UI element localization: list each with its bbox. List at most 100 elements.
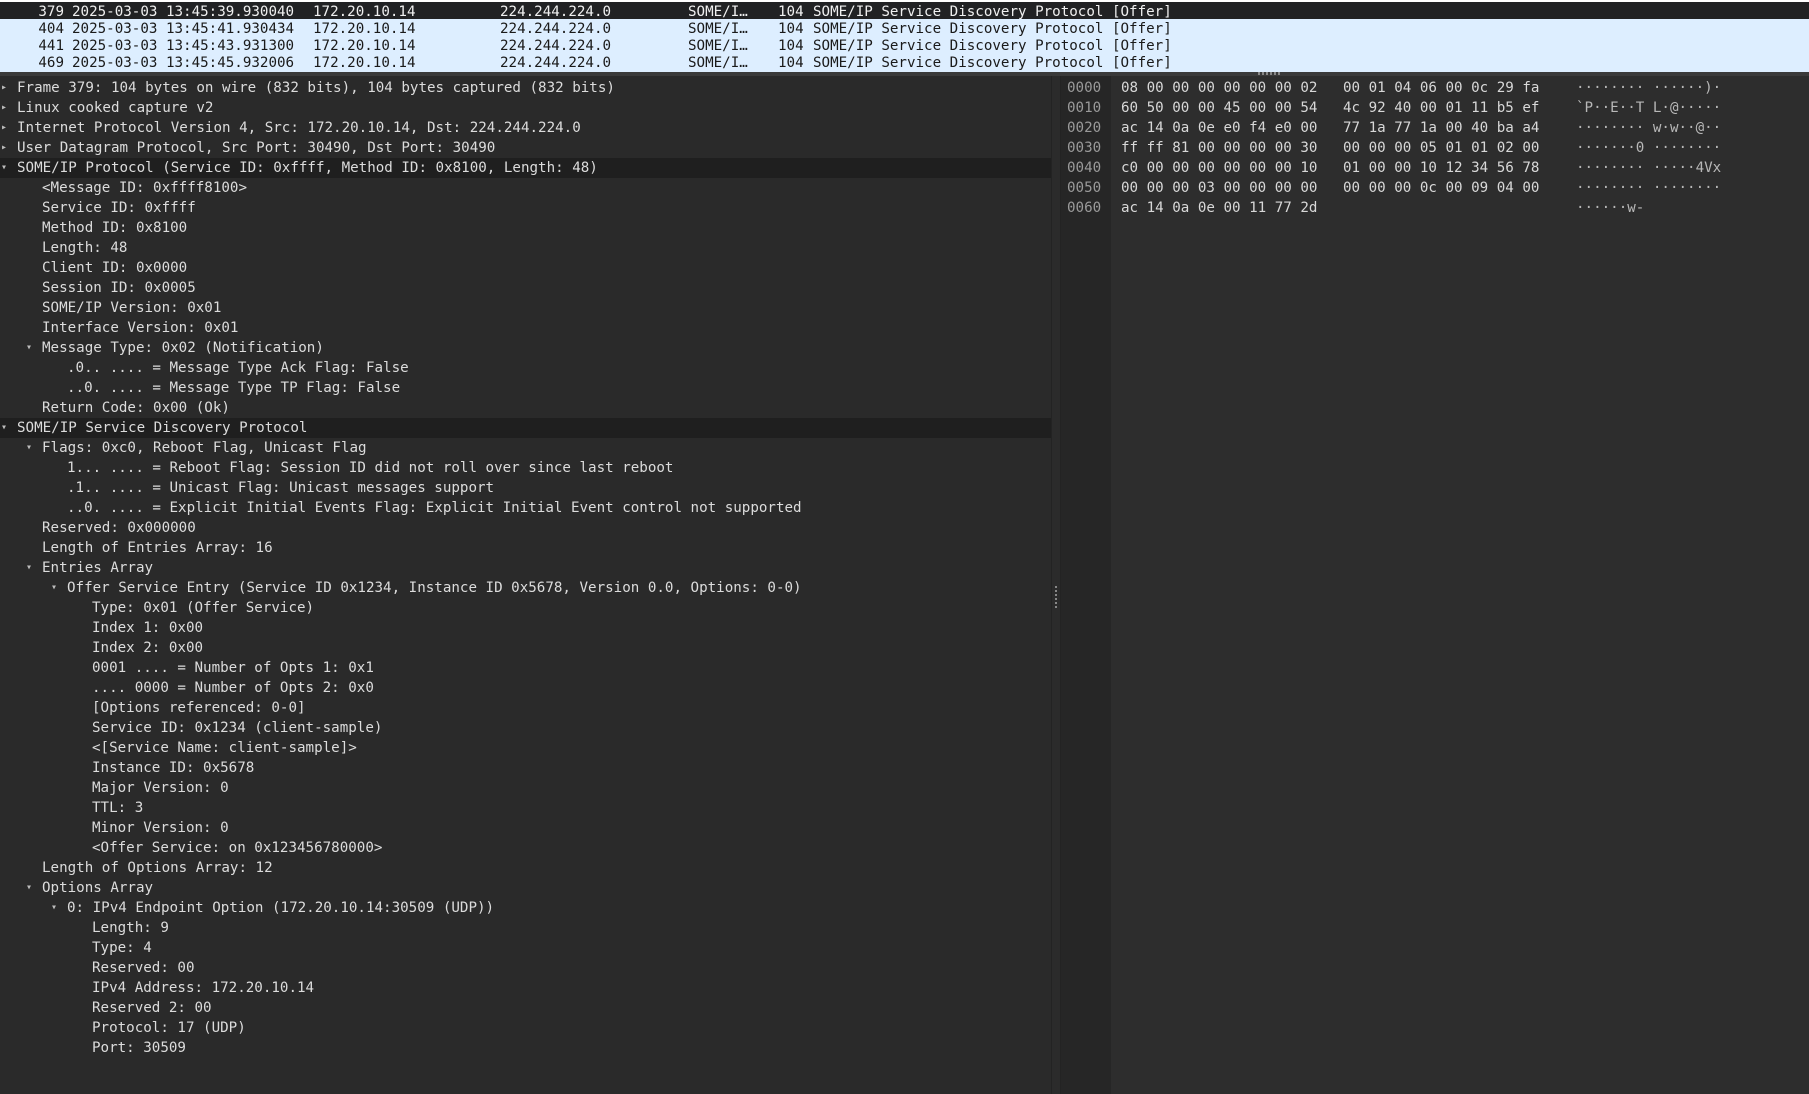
tree-item[interactable]: ▸ Frame 379: 104 bytes on wire (832 bits)… (0, 78, 1051, 98)
splitter-grip-icon[interactable] (1258, 72, 1280, 75)
tree-item-label: Entries Array (42, 560, 154, 576)
tree-item[interactable]: Minor Version: 0 (0, 818, 1051, 838)
tree-item-label: Method ID: 0x8100 (42, 220, 188, 236)
tree-item[interactable]: ▾ Options Array (0, 878, 1051, 898)
tree-item[interactable]: Index 1: 0x00 (0, 618, 1051, 638)
expanded-arrow-icon[interactable]: ▾ (24, 878, 34, 898)
tree-item[interactable]: ▾ Offer Service Entry (Service ID 0x1234,… (0, 578, 1051, 598)
tree-item[interactable]: TTL: 3 (0, 798, 1051, 818)
hex-bytes: 00 00 00 0c 00 09 04 00 (1343, 180, 1540, 196)
tree-item[interactable]: Session ID: 0x0005 (0, 278, 1051, 298)
byte-offset: 0030 (1067, 140, 1102, 156)
tree-item[interactable]: [Options referenced: 0-0] (0, 698, 1051, 718)
tree-item[interactable]: ▸ Linux cooked capture v2 (0, 98, 1051, 118)
tree-item[interactable]: Port: 30509 (0, 1038, 1051, 1058)
expanded-arrow-icon[interactable]: ▾ (0, 158, 9, 178)
tree-item[interactable]: ..0. .... = Message Type TP Flag: False (0, 378, 1051, 398)
tree-item-label: Session ID: 0x0005 (42, 280, 196, 296)
packet-cell-dst: 224.244.224.0 (500, 55, 612, 71)
tree-item[interactable]: ▾ SOME/IP Service Discovery Protocol (0, 418, 1051, 438)
expanded-arrow-icon[interactable]: ▾ (24, 438, 34, 458)
splitter-grip-icon[interactable] (1055, 586, 1057, 608)
tree-item-label: [Options referenced: 0-0] (92, 700, 306, 716)
tree-item[interactable]: Length: 9 (0, 918, 1051, 938)
bytes-row[interactable]: 0050 00 00 00 03 00 00 00 00 00 00 00 0c 0… (1061, 178, 1809, 198)
tree-item[interactable]: Return Code: 0x00 (Ok) (0, 398, 1051, 418)
tree-item-label: Internet Protocol Version 4, Src: 172.20… (17, 120, 581, 136)
tree-item[interactable]: Interface Version: 0x01 (0, 318, 1051, 338)
tree-item[interactable]: Type: 0x01 (Offer Service) (0, 598, 1051, 618)
hex-bytes: 08 00 00 00 00 00 00 02 (1121, 80, 1318, 96)
tree-item[interactable]: Instance ID: 0x5678 (0, 758, 1051, 778)
tree-item-label: Type: 0x01 (Offer Service) (92, 600, 315, 616)
tree-item[interactable]: .0.. .... = Message Type Ack Flag: False (0, 358, 1051, 378)
tree-item[interactable]: Service ID: 0xffff (0, 198, 1051, 218)
tree-item[interactable]: SOME/IP Version: 0x01 (0, 298, 1051, 318)
tree-item[interactable]: <[Service Name: client-sample]> (0, 738, 1051, 758)
tree-item[interactable]: 1... .... = Reboot Flag: Session ID did … (0, 458, 1051, 478)
vertical-splitter[interactable] (1051, 76, 1061, 1094)
packet-bytes-pane[interactable]: 0000 08 00 00 00 00 00 00 02 00 01 04 06 0… (1061, 76, 1809, 1094)
tree-item-label: Client ID: 0x0000 (42, 260, 188, 276)
tree-item[interactable]: Major Version: 0 (0, 778, 1051, 798)
tree-item[interactable]: ▸ Internet Protocol Version 4, Src: 172.2… (0, 118, 1051, 138)
tree-item[interactable]: ..0. .... = Explicit Initial Events Flag… (0, 498, 1051, 518)
expanded-arrow-icon[interactable]: ▾ (24, 558, 34, 578)
tree-item[interactable]: 0001 .... = Number of Opts 1: 0x1 (0, 658, 1051, 678)
tree-item[interactable]: Method ID: 0x8100 (0, 218, 1051, 238)
tree-item[interactable]: Reserved: 0x000000 (0, 518, 1051, 538)
tree-item[interactable]: <Offer Service: on 0x123456780000> (0, 838, 1051, 858)
tree-item[interactable]: .... 0000 = Number of Opts 2: 0x0 (0, 678, 1051, 698)
tree-item-label: Minor Version: 0 (92, 820, 229, 836)
collapsed-arrow-icon[interactable]: ▸ (0, 98, 9, 118)
tree-item[interactable]: <Message ID: 0xffff8100> (0, 178, 1051, 198)
tree-item[interactable]: Reserved 2: 00 (0, 998, 1051, 1018)
bytes-row[interactable]: 0000 08 00 00 00 00 00 00 02 00 01 04 06 0… (1061, 78, 1809, 98)
tree-item[interactable]: ▾ Flags: 0xc0, Reboot Flag, Unicast Flag (0, 438, 1051, 458)
bytes-row[interactable]: 0010 60 50 00 00 45 00 00 54 4c 92 40 00 0… (1061, 98, 1809, 118)
tree-item[interactable]: IPv4 Address: 172.20.10.14 (0, 978, 1051, 998)
expanded-arrow-icon[interactable]: ▾ (49, 898, 59, 918)
tree-item-label: Length of Entries Array: 16 (42, 540, 273, 556)
tree-item[interactable]: Length of Options Array: 12 (0, 858, 1051, 878)
tree-item[interactable]: Index 2: 0x00 (0, 638, 1051, 658)
tree-item[interactable]: ▾ Message Type: 0x02 (Notification) (0, 338, 1051, 358)
tree-item[interactable]: Client ID: 0x0000 (0, 258, 1051, 278)
tree-item[interactable]: ▾ 0: IPv4 Endpoint Option (172.20.10.14:3… (0, 898, 1051, 918)
collapsed-arrow-icon[interactable]: ▸ (0, 78, 9, 98)
tree-item[interactable]: .1.. .... = Unicast Flag: Unicast messag… (0, 478, 1051, 498)
tree-item[interactable]: ▾ SOME/IP Protocol (Service ID: 0xffff, M… (0, 158, 1051, 178)
tree-item-label: Length: 9 (92, 920, 169, 936)
expanded-arrow-icon[interactable]: ▾ (0, 418, 9, 438)
tree-item-label: .... 0000 = Number of Opts 2: 0x0 (92, 680, 374, 696)
expanded-arrow-icon[interactable]: ▾ (49, 578, 59, 598)
tree-item[interactable]: ▸ User Datagram Protocol, Src Port: 30490… (0, 138, 1051, 158)
expanded-arrow-icon[interactable]: ▾ (24, 338, 34, 358)
packet-row[interactable]: 469 2025-03-03 13:45:45.932006 172.20.10.1… (0, 53, 1809, 72)
packet-list[interactable]: 379 2025-03-03 13:45:39.930040 172.20.10.1… (0, 0, 1809, 72)
tree-item[interactable]: Protocol: 17 (UDP) (0, 1018, 1051, 1038)
packet-cell-time: 2025-03-03 13:45:45.932006 (72, 55, 295, 71)
packet-cell-len: 104 (778, 55, 804, 71)
packet-cell-src: 172.20.10.14 (313, 55, 416, 71)
offset-gutter (1061, 76, 1111, 1094)
tree-item[interactable]: Length: 48 (0, 238, 1051, 258)
tree-item-label: Linux cooked capture v2 (17, 100, 214, 116)
tree-item-label: Protocol: 17 (UDP) (92, 1020, 246, 1036)
hex-bytes: ac 14 0a 0e 00 11 77 2d (1121, 200, 1318, 216)
tree-item[interactable]: ▾ Entries Array (0, 558, 1051, 578)
tree-item[interactable]: Reserved: 00 (0, 958, 1051, 978)
bytes-row[interactable]: 0020 ac 14 0a 0e e0 f4 e0 00 77 1a 77 1a 0… (1061, 118, 1809, 138)
bytes-row[interactable]: 0060 ac 14 0a 0e 00 11 77 2d ······w- (1061, 198, 1809, 218)
collapsed-arrow-icon[interactable]: ▸ (0, 138, 9, 158)
bytes-row[interactable]: 0040 c0 00 00 00 00 00 00 10 01 00 00 10 1… (1061, 158, 1809, 178)
tree-item-label: ..0. .... = Message Type TP Flag: False (67, 380, 401, 396)
tree-item[interactable]: Type: 4 (0, 938, 1051, 958)
hex-bytes: ff ff 81 00 00 00 00 30 (1121, 140, 1318, 156)
collapsed-arrow-icon[interactable]: ▸ (0, 118, 9, 138)
tree-item[interactable]: Length of Entries Array: 16 (0, 538, 1051, 558)
tree-item[interactable]: Service ID: 0x1234 (client-sample) (0, 718, 1051, 738)
ascii-bytes: `P··E··T L·@····· (1576, 100, 1722, 116)
bytes-row[interactable]: 0030 ff ff 81 00 00 00 00 30 00 00 00 05 0… (1061, 138, 1809, 158)
packet-details-tree[interactable]: ▸ Frame 379: 104 bytes on wire (832 bits)… (0, 76, 1051, 1094)
